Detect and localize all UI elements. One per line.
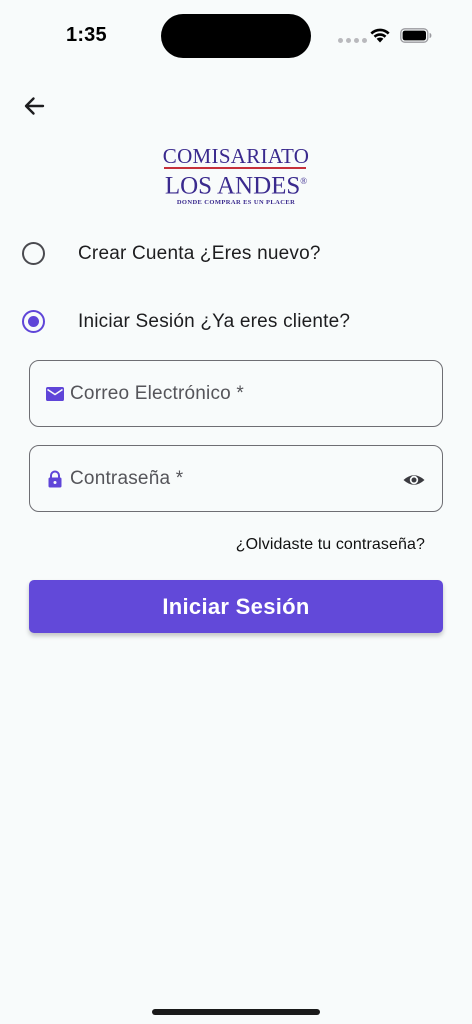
envelope-icon: [46, 386, 64, 401]
logo-tagline: DONDE COMPRAR ES UN PLACER: [176, 199, 296, 207]
home-indicator: [152, 1009, 320, 1015]
back-arrow-icon[interactable]: [20, 92, 48, 120]
cellular-signal-icon: [338, 38, 367, 43]
email-field[interactable]: [29, 360, 443, 427]
status-time: 1:35: [66, 24, 107, 46]
option-create-account-label: Crear Cuenta ¿Eres nuevo?: [78, 242, 321, 264]
option-sign-in[interactable]: Iniciar Sesión ¿Ya eres cliente?: [22, 310, 350, 333]
logo-line1: COMISARIATO: [162, 144, 310, 168]
battery-icon: [400, 28, 432, 43]
login-screen: 1:35 COMISARIATO LOS ANDES® DONDE COMPRA…: [0, 0, 472, 1024]
logo-line2: LOS ANDES®: [164, 172, 308, 200]
password-input[interactable]: [70, 467, 390, 490]
brand-logo: COMISARIATO LOS ANDES® DONDE COMPRAR ES …: [160, 144, 312, 207]
sign-in-button[interactable]: Iniciar Sesión: [29, 580, 443, 633]
radio-create-account[interactable]: [22, 242, 45, 265]
option-create-account[interactable]: Crear Cuenta ¿Eres nuevo?: [22, 242, 321, 265]
eye-icon[interactable]: [402, 468, 426, 492]
wifi-icon: [370, 28, 390, 43]
dynamic-island: [161, 14, 311, 58]
forgot-password-link[interactable]: ¿Olvidaste tu contraseña?: [236, 536, 425, 554]
option-sign-in-label: Iniciar Sesión ¿Ya eres cliente?: [78, 310, 351, 332]
email-input[interactable]: [70, 382, 390, 405]
password-field[interactable]: [29, 445, 443, 512]
lock-icon: [48, 470, 62, 487]
radio-sign-in[interactable]: [22, 310, 45, 333]
